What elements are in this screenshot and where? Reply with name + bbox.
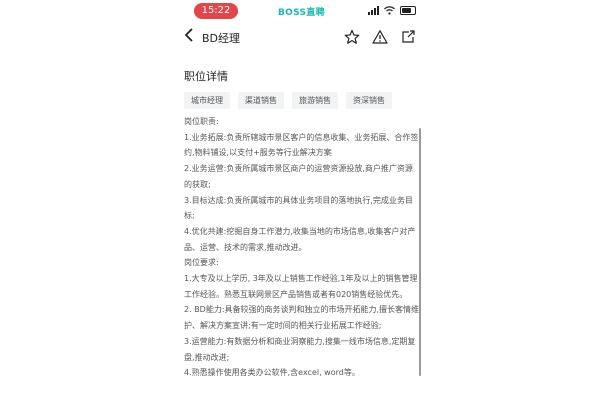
description-line: 4.优化共建:挖掘自身工作潜力,收集当地的市场信息,收集客户对产品、运营、技术的…: [184, 226, 416, 252]
description-line: 4.熟悉操作使用各类办公软件,含excel, word等。: [184, 368, 360, 378]
description-line: 岗位要求:: [184, 258, 219, 268]
page-title: BD经理: [202, 32, 241, 45]
brand-logo-text: BOSS直聘: [278, 8, 325, 18]
wifi-icon: [384, 6, 395, 15]
status-time: 15:22: [194, 3, 238, 19]
phone-screen: 15:22 BOSS直聘 BD经理 职位详情 城市经理 渠道销售 旅游销售 资深…: [170, 0, 430, 400]
description-line: 3.运营能力:有数据分析和商业洞察能力,搜集一线市场信息,定期复盘,推动改进;: [184, 336, 416, 362]
status-bar: 15:22 BOSS直聘: [170, 0, 430, 22]
description-line: 3.目标达成:负责所属城市的具体业务项目的落地执行,完成业务目标;: [184, 195, 413, 221]
tag-chip[interactable]: 渠道销售: [238, 92, 284, 109]
warning-icon[interactable]: [372, 29, 388, 45]
tag-chip[interactable]: 资深销售: [346, 92, 392, 109]
system-icons: [368, 6, 416, 15]
signal-icon: [368, 6, 379, 15]
battery-icon: [400, 6, 416, 15]
tag-chip[interactable]: 城市经理: [184, 92, 230, 109]
section-title: 职位详情: [184, 70, 228, 83]
job-description: 岗位职责: 1.业务拓展:负责所辖城市景区客户的信息收集、业务拓展、合作签约,物…: [184, 114, 420, 381]
description-line: 2. BD能力:具备较强的商务谈判和独立的市场开拓能力,擅长客情维护、解决方案宣…: [184, 305, 420, 331]
description-line: 1.大专及以上学历, 3年及以上销售工作经验,1年及以上的销售管理工作经验。熟悉…: [184, 274, 418, 299]
nav-actions: [344, 29, 416, 45]
scrollbar[interactable]: [419, 128, 421, 376]
share-icon[interactable]: [400, 29, 416, 45]
description-line: 2.业务运营:负责所属城市景区商户的运营资源投放,商户推广资源的获取;: [184, 164, 413, 189]
tag-chip[interactable]: 旅游销售: [292, 92, 338, 109]
back-chevron-icon[interactable]: [184, 28, 194, 46]
job-tags: 城市经理 渠道销售 旅游销售 资深销售: [184, 92, 392, 109]
star-icon[interactable]: [344, 29, 360, 45]
description-line: 1.业务拓展:负责所辖城市景区客户的信息收集、业务拓展、合作签约,物料铺设,以支…: [184, 132, 419, 158]
description-line: 岗位职责:: [184, 117, 219, 126]
nav-bar: BD经理: [170, 24, 430, 52]
